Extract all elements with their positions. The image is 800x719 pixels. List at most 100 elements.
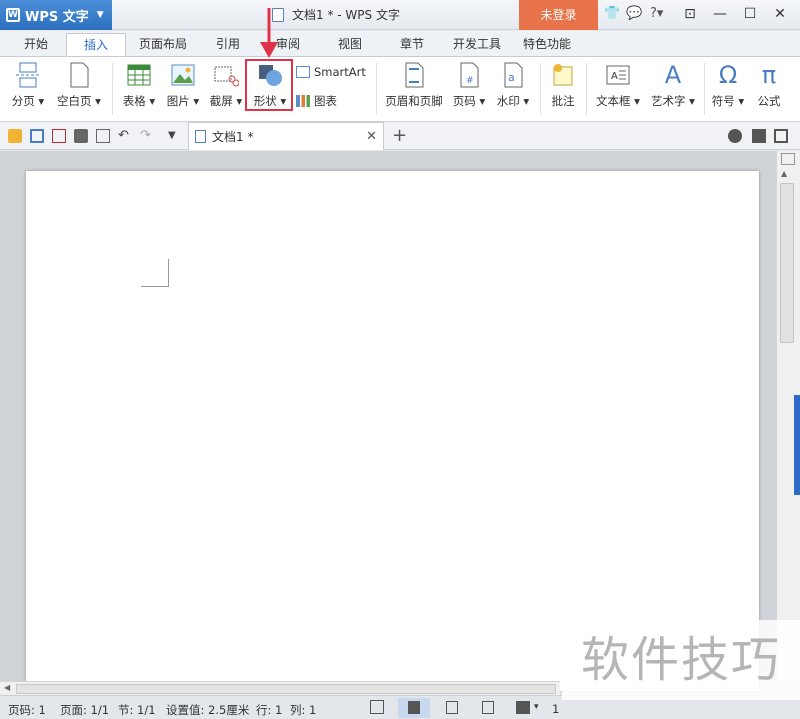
- chart-button[interactable]: 图表: [296, 93, 346, 109]
- chevron-down-icon[interactable]: ▾: [534, 702, 539, 712]
- horizontal-scrollbar[interactable]: ◀: [0, 681, 560, 695]
- table-button[interactable]: 表格 ▾: [120, 61, 158, 109]
- header-footer-label: 页眉和页脚: [385, 94, 443, 108]
- split-view-icon[interactable]: [781, 153, 795, 165]
- print-preview-icon[interactable]: [96, 129, 110, 143]
- smartart-button[interactable]: SmartArt: [296, 65, 368, 79]
- page-break-icon: [15, 61, 41, 89]
- close-button[interactable]: ✕: [768, 4, 792, 24]
- smartart-label: SmartArt: [314, 65, 366, 79]
- margin-corner-mark: [141, 259, 169, 287]
- redo-icon[interactable]: ↷: [140, 129, 154, 143]
- ribbon-separator: [540, 63, 541, 115]
- formula-button[interactable]: π 公式: [752, 61, 786, 109]
- close-tab-icon[interactable]: ✕: [366, 129, 377, 144]
- svg-text:A: A: [611, 71, 618, 82]
- title-bar: W WPS 文字 ▼ 文档1 * - WPS 文字 未登录 👕 💬 ?▾ ⊡ —…: [0, 0, 800, 30]
- wordart-button[interactable]: A 艺术字 ▾: [648, 61, 698, 109]
- picture-button[interactable]: 图片 ▾: [164, 61, 202, 109]
- status-pages: 页面: 1/1: [60, 703, 110, 717]
- window-title: 文档1 * - WPS 文字: [272, 6, 400, 23]
- table-label: 表格: [122, 94, 146, 108]
- skin-icon[interactable]: 👕: [604, 6, 620, 21]
- new-tab-button[interactable]: +: [392, 125, 407, 146]
- page-number-label: 页码: [452, 94, 476, 108]
- restore-window-icon[interactable]: [774, 129, 788, 143]
- tab-view[interactable]: 视图: [328, 35, 372, 52]
- tab-page-layout[interactable]: 页面布局: [132, 35, 194, 52]
- arrow-down-icon: [260, 8, 278, 58]
- watermark-button[interactable]: a 水印 ▾: [494, 61, 532, 109]
- comment-button[interactable]: 批注: [546, 61, 580, 109]
- wordart-icon: A: [664, 61, 682, 89]
- ribbon-separator: [112, 63, 113, 115]
- picture-icon: [170, 61, 196, 89]
- watermark-label: 水印: [496, 94, 520, 108]
- blank-page-button[interactable]: 空白页 ▾: [55, 61, 103, 109]
- vertical-scroll-thumb[interactable]: [780, 183, 794, 343]
- print-icon[interactable]: [74, 129, 88, 143]
- formula-label: 公式: [757, 94, 781, 108]
- help-button[interactable]: ?▾: [650, 6, 663, 21]
- panel-toggle-icon[interactable]: [728, 129, 742, 143]
- maximize-button[interactable]: ☐: [738, 4, 762, 24]
- wordart-label: 艺术字: [651, 94, 686, 108]
- page-number-button[interactable]: # 页码 ▾: [450, 61, 488, 109]
- comment-icon: [550, 61, 576, 89]
- textbox-button[interactable]: A 文本框 ▾: [594, 61, 642, 109]
- header-footer-button[interactable]: 页眉和页脚: [382, 61, 446, 109]
- open-icon[interactable]: [8, 129, 22, 143]
- screenshot-icon: [213, 61, 240, 89]
- restore-ribbon-button[interactable]: ⊡: [678, 4, 702, 24]
- tab-list-icon[interactable]: [752, 129, 766, 143]
- ribbon-separator: [704, 63, 705, 115]
- tab-features[interactable]: 特色功能: [518, 35, 576, 52]
- document-icon: [195, 130, 206, 143]
- scroll-up-icon[interactable]: ▲: [781, 169, 787, 178]
- pi-icon: π: [761, 61, 777, 89]
- zoom-level[interactable]: 1: [552, 702, 559, 716]
- tab-chapter[interactable]: 章节: [390, 35, 434, 52]
- status-setting[interactable]: 设置值: 2.5厘米: [166, 702, 249, 718]
- minimize-button[interactable]: —: [708, 4, 732, 24]
- app-menu-button[interactable]: W WPS 文字 ▼: [0, 0, 112, 30]
- tab-developer[interactable]: 开发工具: [448, 35, 506, 52]
- status-column: 列: 1: [290, 703, 317, 717]
- document-tab-title: 文档1 *: [212, 130, 254, 144]
- ribbon-separator: [376, 63, 377, 115]
- page-break-button[interactable]: 分页 ▾: [8, 61, 48, 109]
- document-workspace: [0, 151, 776, 691]
- overlay-watermark: 软件技巧: [562, 620, 800, 700]
- document-page[interactable]: [26, 171, 759, 691]
- chat-icon[interactable]: 💬: [626, 6, 642, 21]
- status-section: 节: 1/1: [118, 703, 156, 717]
- horizontal-scroll-thumb[interactable]: [16, 684, 556, 694]
- textbox-icon: A: [605, 61, 631, 89]
- status-line: 行: 1: [256, 703, 283, 717]
- customize-toolbar-icon[interactable]: ▼: [168, 129, 182, 143]
- symbol-button[interactable]: Ω 符号 ▾: [708, 61, 748, 109]
- login-button[interactable]: 未登录: [519, 0, 598, 30]
- shape-highlight-box: [245, 59, 293, 111]
- table-icon: [126, 61, 152, 89]
- side-panel-handle[interactable]: [794, 395, 800, 495]
- export-pdf-icon[interactable]: [52, 129, 66, 143]
- screenshot-button[interactable]: 截屏 ▾: [207, 61, 245, 109]
- undo-icon[interactable]: ↶: [118, 129, 132, 143]
- wps-logo-icon: W: [6, 8, 20, 22]
- save-icon[interactable]: [30, 129, 44, 143]
- blank-page-label: 空白页: [57, 94, 92, 108]
- blank-page-icon: [66, 61, 92, 89]
- outline-view-icon[interactable]: [446, 701, 458, 714]
- tab-insert[interactable]: 插入: [66, 33, 126, 57]
- fullscreen-icon[interactable]: [370, 700, 384, 714]
- chart-icon: [296, 95, 310, 107]
- tab-home[interactable]: 开始: [14, 35, 58, 52]
- watermark-icon: a: [500, 61, 526, 89]
- window-title-text: 文档1 * - WPS 文字: [292, 8, 400, 22]
- tab-references[interactable]: 引用: [206, 35, 250, 52]
- document-tab[interactable]: 文档1 * ✕: [188, 122, 384, 150]
- web-view-icon[interactable]: [482, 701, 494, 714]
- reading-mode-icon[interactable]: [516, 701, 530, 714]
- scroll-left-icon[interactable]: ◀: [4, 683, 10, 692]
